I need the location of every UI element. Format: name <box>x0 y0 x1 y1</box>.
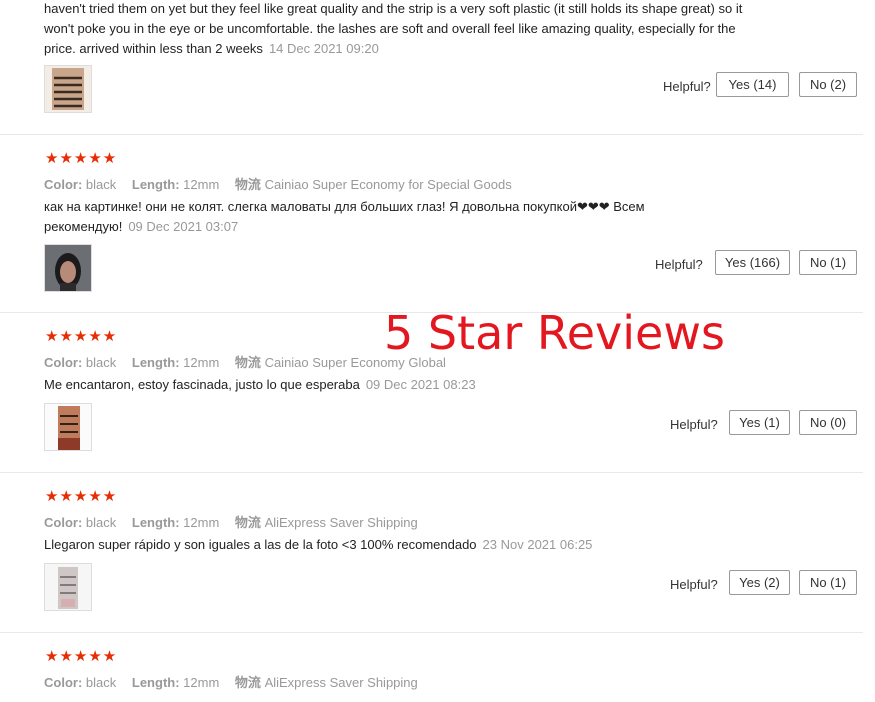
review-date: 23 Nov 2021 06:25 <box>482 537 593 552</box>
review-date: 09 Dec 2021 03:07 <box>128 219 239 234</box>
helpful-label: Helpful? <box>663 79 711 94</box>
star-rating: ★★★★★ <box>45 328 118 345</box>
review-text: haven't tried them on yet but they feel … <box>44 1 743 56</box>
review-item: haven't tried them on yet but they feel … <box>0 0 863 135</box>
review-photo[interactable] <box>44 563 92 611</box>
helpful-no-button[interactable]: No (1) <box>799 250 857 275</box>
helpful-yes-button[interactable]: Yes (2) <box>729 570 790 595</box>
star-rating: ★★★★★ <box>45 648 118 665</box>
review-photo[interactable] <box>44 403 92 451</box>
review-date: 14 Dec 2021 09:20 <box>268 41 379 56</box>
helpful-no-button[interactable]: No (0) <box>799 410 857 435</box>
helpful-label: Helpful? <box>670 417 718 432</box>
review-attributes: Color: black Length: 12mm 物流 AliExpress … <box>44 675 418 690</box>
helpful-yes-button[interactable]: Yes (166) <box>715 250 790 275</box>
overlay-title: 5 Star Reviews <box>384 306 725 360</box>
helpful-yes-button[interactable]: Yes (1) <box>729 410 790 435</box>
helpful-yes-button[interactable]: Yes (14) <box>716 72 789 97</box>
review-attributes: Color: black Length: 12mm 物流 AliExpress … <box>44 515 418 530</box>
review-text: Me encantaron, estoy fascinada, justo lo… <box>44 377 476 392</box>
review-attributes: Color: black Length: 12mm 物流 Cainiao Sup… <box>44 177 512 192</box>
review-item: ★★★★★ Color: black Length: 12mm 物流 AliEx… <box>0 472 863 633</box>
helpful-label: Helpful? <box>655 257 703 272</box>
star-rating: ★★★★★ <box>45 150 118 167</box>
review-photo[interactable] <box>44 244 92 292</box>
helpful-label: Helpful? <box>670 577 718 592</box>
review-date: 09 Dec 2021 08:23 <box>365 377 476 392</box>
review-item: ★★★★★ Color: black Length: 12mm 物流 AliEx… <box>0 632 863 702</box>
review-text: как на картинке! они не колят. слегка ма… <box>44 199 645 234</box>
review-item: ★★★★★ Color: black Length: 12mm 物流 Caini… <box>0 134 863 313</box>
review-text: Llegaron super rápido y son iguales a la… <box>44 537 593 552</box>
helpful-no-button[interactable]: No (2) <box>799 72 857 97</box>
helpful-no-button[interactable]: No (1) <box>799 570 857 595</box>
star-rating: ★★★★★ <box>45 488 118 505</box>
review-photo[interactable] <box>44 65 92 113</box>
